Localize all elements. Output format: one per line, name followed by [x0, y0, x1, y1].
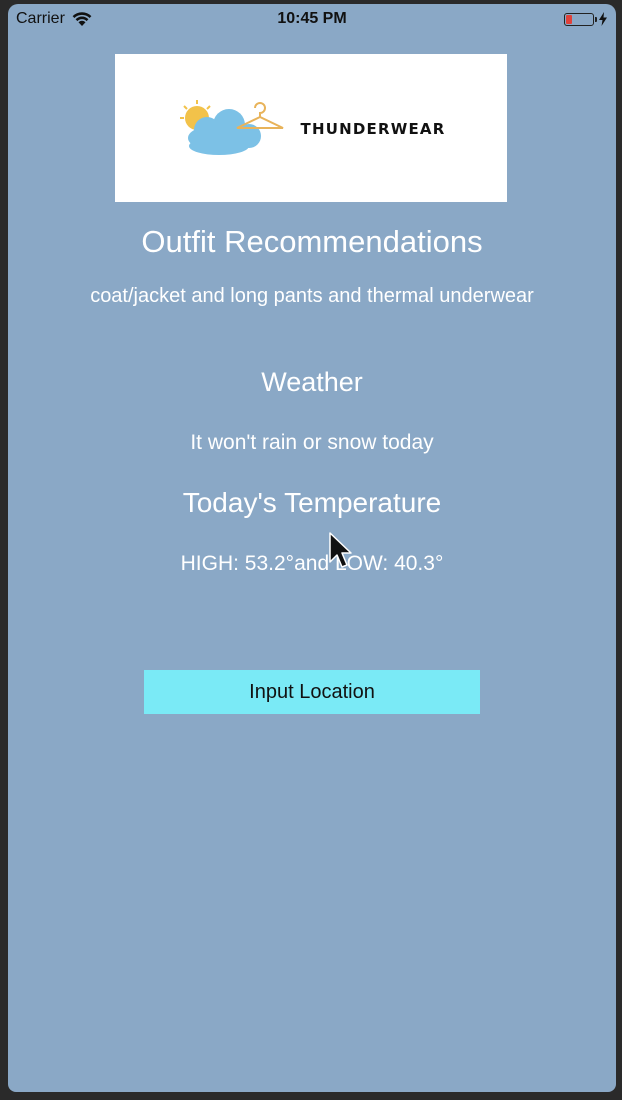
weather-description: It won't rain or snow today	[190, 431, 434, 454]
charging-bolt-icon	[599, 12, 607, 26]
brand-name: THUNDERWEAR	[300, 120, 446, 138]
battery-level-fill	[566, 14, 572, 24]
logo-mark-icon	[179, 100, 283, 155]
status-bar: Carrier 10:45 PM	[8, 4, 616, 38]
temperature-heading: Today's Temperature	[182, 487, 442, 518]
weather-heading: Weather	[261, 367, 363, 397]
hanger-icon	[236, 102, 283, 129]
app-screen: Carrier 10:45 PM THUNDERWEAR Outfit Reco…	[8, 4, 616, 1092]
battery-icon	[564, 12, 597, 26]
status-time: 10:45 PM	[277, 10, 347, 27]
temperature-summary: HIGH: 53.2°and LOW: 40.3°	[180, 552, 444, 575]
outfit-recommendation: coat/jacket and long pants and thermal u…	[90, 285, 534, 307]
mouse-cursor-icon	[329, 532, 352, 568]
battery-indicator	[564, 12, 608, 26]
input-location-button[interactable]: Input Location	[144, 670, 480, 714]
brand-logo: THUNDERWEAR	[115, 54, 507, 202]
outfit-heading: Outfit Recommendations	[141, 224, 483, 259]
